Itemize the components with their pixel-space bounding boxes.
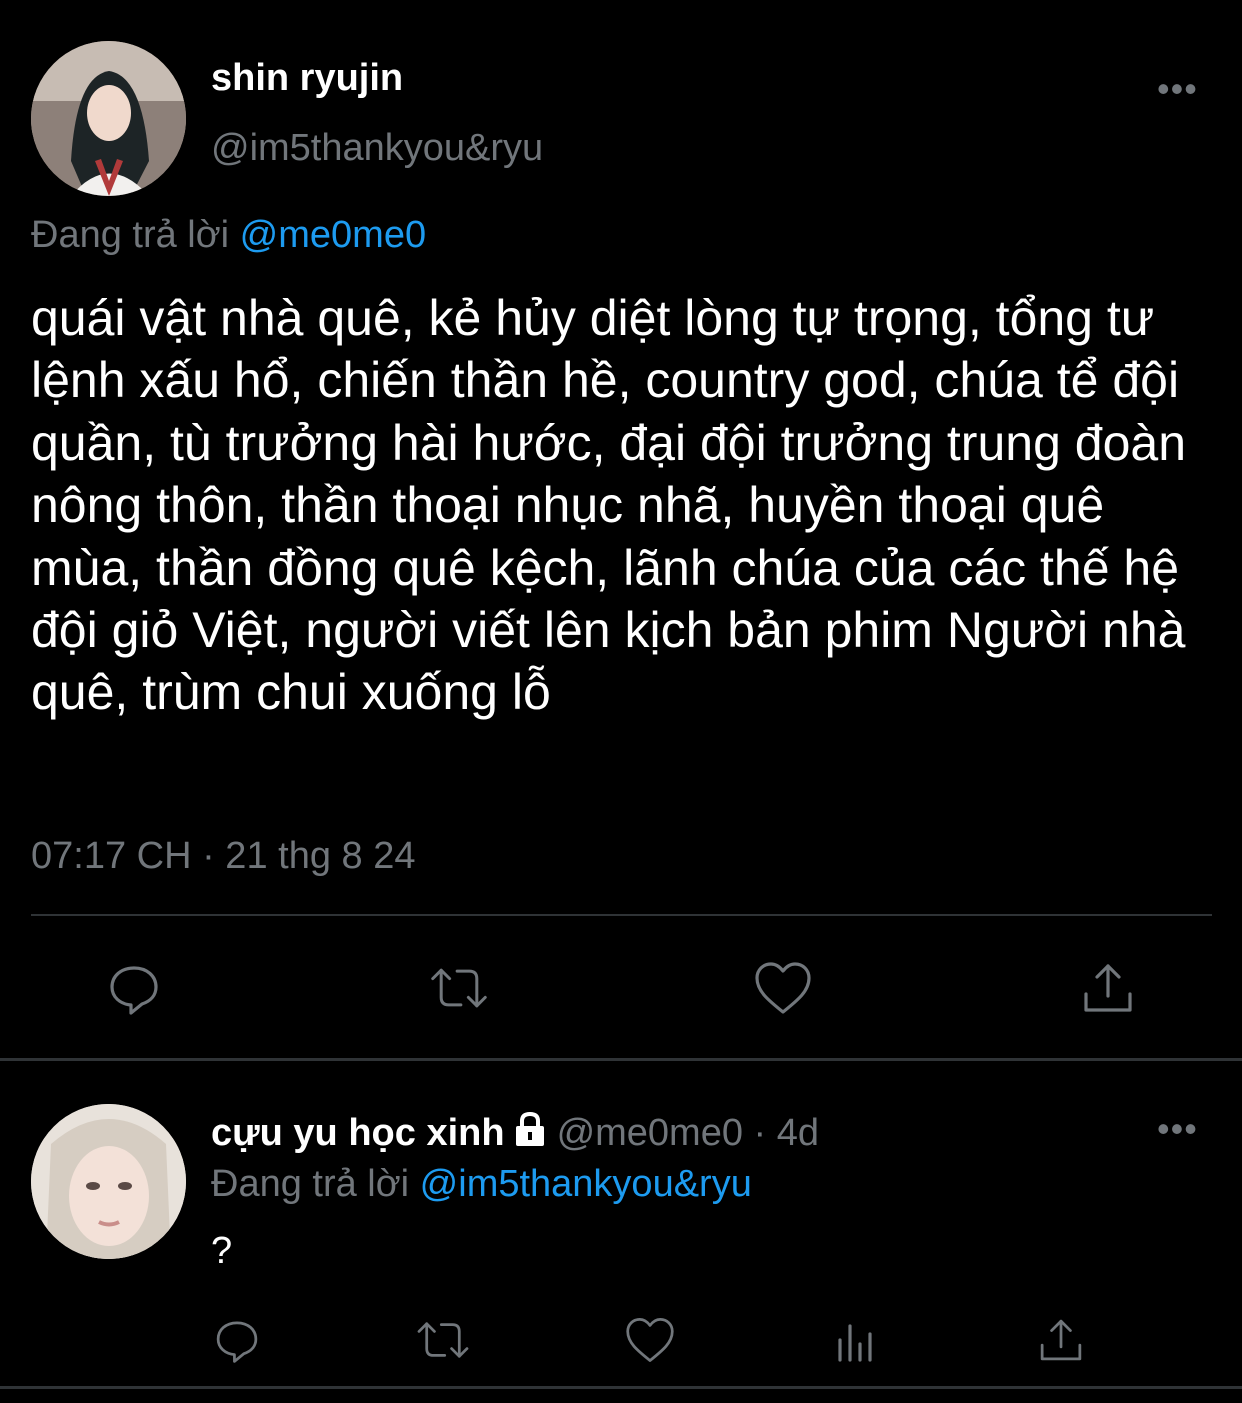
reply-retweet-icon[interactable]: [413, 1310, 473, 1370]
analytics-icon[interactable]: [826, 1310, 886, 1370]
section-divider: [0, 1058, 1242, 1061]
share-icon[interactable]: [1078, 958, 1138, 1018]
reply-more-options-icon[interactable]: •••: [1157, 1111, 1198, 1147]
reply-text: ?: [211, 1230, 233, 1272]
replying-to-link[interactable]: @me0me0: [240, 214, 426, 256]
lock-icon: [513, 1111, 547, 1158]
tweet-timestamp[interactable]: 07:17 CH · 21 thg 8 24: [31, 833, 415, 879]
reply-replying-to-link[interactable]: @im5thankyou&ryu: [420, 1163, 752, 1205]
author-avatar[interactable]: [31, 41, 186, 196]
author-handle[interactable]: @im5thankyou&ryu: [211, 125, 543, 171]
retweet-icon[interactable]: [429, 958, 489, 1018]
replying-to-prefix: Đang trả lời: [31, 214, 230, 256]
reply-share-icon[interactable]: [1031, 1310, 1091, 1370]
reply-age[interactable]: 4d: [777, 1112, 819, 1154]
author-display-name[interactable]: shin ryujin: [211, 55, 403, 101]
meta-separator: ·: [753, 1112, 767, 1154]
reply-header: cựu yu học xinh @me0me0 · 4d: [211, 1110, 819, 1158]
replying-to-line: Đang trả lời @me0me0: [31, 212, 426, 258]
tweet-text: quái vật nhà quê, kẻ hủy diệt lòng tự tr…: [31, 290, 1187, 721]
reply-icon[interactable]: [104, 958, 164, 1018]
reply-author-display-name[interactable]: cựu yu học xinh: [211, 1112, 505, 1154]
tweet-detail-page: shin ryujin @im5thankyou&ryu ••• Đang tr…: [0, 0, 1242, 1403]
reply-like-icon[interactable]: [620, 1310, 680, 1370]
more-options-icon[interactable]: •••: [1157, 71, 1198, 107]
bottom-divider: [0, 1386, 1242, 1389]
reply-replying-to-line: Đang trả lời @im5thankyou&ryu: [211, 1161, 752, 1207]
divider: [31, 914, 1212, 916]
like-icon[interactable]: [753, 958, 813, 1018]
reply-replying-to-prefix: Đang trả lời: [211, 1163, 410, 1205]
reply-author-avatar[interactable]: [31, 1104, 186, 1259]
reply-author-handle[interactable]: @me0me0: [557, 1112, 743, 1154]
reply-reply-icon[interactable]: [207, 1310, 267, 1370]
